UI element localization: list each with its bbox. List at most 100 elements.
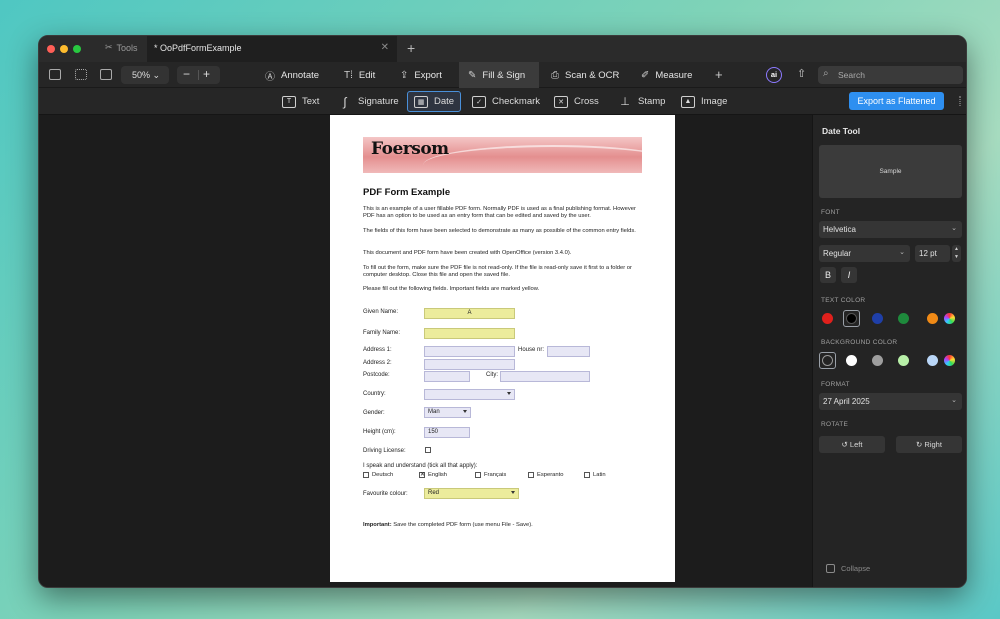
fav-colour-dropdown[interactable]: Red xyxy=(424,488,519,499)
bg-color-lightgreen[interactable] xyxy=(898,355,909,366)
chevron-down-icon: ⌄ xyxy=(152,70,161,80)
share-icon[interactable]: ⇧ xyxy=(797,67,806,80)
checkbox-francais[interactable] xyxy=(475,472,481,478)
font-style-select[interactable]: Regular ⌄ xyxy=(819,245,910,262)
document-canvas[interactable]: Foersom PDF Form Example This is an exam… xyxy=(39,115,812,587)
menu-annotate[interactable]: Ⓐ Annotate xyxy=(256,62,328,88)
tab-document[interactable]: * OoPdfFormExample ✕ xyxy=(147,36,397,62)
bg-color-gray[interactable] xyxy=(872,355,883,366)
zoom-select[interactable]: 50% ⌄ xyxy=(121,66,169,84)
label-deutsch: Deutsch xyxy=(372,472,394,478)
menu-export-label: Export xyxy=(414,69,442,81)
family-name-field[interactable] xyxy=(424,328,515,339)
chevron-down-icon xyxy=(507,392,511,395)
rotate-right-button[interactable]: ↻ Right xyxy=(896,436,962,453)
page-title: PDF Form Example xyxy=(363,187,451,198)
gender-dropdown[interactable]: Man xyxy=(424,407,471,418)
bg-color-white[interactable] xyxy=(846,355,857,366)
page-layout-icon[interactable] xyxy=(100,69,112,80)
text-color-black[interactable] xyxy=(846,313,857,324)
checkbox-esperanto[interactable] xyxy=(528,472,534,478)
fields-paragraph: The fields of this form have been select… xyxy=(363,228,636,234)
sample-preview: Sample xyxy=(819,145,962,198)
font-family-select[interactable]: Helvetica ⌄ xyxy=(819,221,962,238)
checkbox-english[interactable]: ✕ xyxy=(419,472,425,478)
address1-field[interactable] xyxy=(424,346,515,357)
chevron-down-icon xyxy=(463,410,467,413)
menu-scan-ocr[interactable]: ⎙ Scan & OCR xyxy=(542,62,628,88)
height-field[interactable]: 150 xyxy=(424,427,470,438)
text-color-orange[interactable] xyxy=(927,313,938,324)
zoom-value: 50% xyxy=(132,70,151,80)
close-tab-icon[interactable]: ✕ xyxy=(381,42,389,53)
measure-icon: ✐ xyxy=(641,69,650,81)
house-nr-field[interactable] xyxy=(547,346,590,357)
fill-sign-icon: ✎ xyxy=(468,69,477,81)
checkbox-deutsch[interactable] xyxy=(363,472,369,478)
rotate-label: ROTATE xyxy=(821,421,849,428)
country-dropdown[interactable] xyxy=(424,389,515,400)
text-color-green[interactable] xyxy=(898,313,909,324)
search-input[interactable]: ⌕ Search xyxy=(818,66,963,84)
tool-signature[interactable]: ∫ Signature xyxy=(332,91,405,112)
tool-checkmark[interactable]: ✓ Checkmark xyxy=(466,91,546,112)
driving-license-checkbox[interactable] xyxy=(425,447,431,453)
tab-tools[interactable]: ✂ Tools xyxy=(105,42,138,53)
annotate-icon: Ⓐ xyxy=(265,71,275,83)
signature-icon: ∫ xyxy=(343,94,347,109)
custom-bg-color-icon[interactable] xyxy=(944,355,955,366)
menu-edit[interactable]: T⁞ Edit xyxy=(335,62,384,88)
menu-annotate-label: Annotate xyxy=(281,69,320,81)
zoom-out-button[interactable]: − xyxy=(183,67,190,81)
bg-color-lightblue[interactable] xyxy=(927,355,938,366)
toolbar-grip[interactable] xyxy=(959,96,961,106)
tool-image[interactable]: ▲ Image xyxy=(675,91,733,112)
thumbnails-icon[interactable] xyxy=(75,69,87,80)
checkbox-latin[interactable] xyxy=(584,472,590,478)
logo-text: Foersom xyxy=(371,139,449,159)
search-icon: ⌕ xyxy=(823,68,829,79)
collapse-button[interactable]: Collapse xyxy=(826,564,870,573)
menu-fill-sign[interactable]: ✎ Fill & Sign xyxy=(459,62,539,88)
given-name-field[interactable]: A xyxy=(424,308,515,319)
tool-image-label: Image xyxy=(701,96,728,107)
city-field[interactable] xyxy=(500,371,590,382)
tool-date[interactable]: ▦ Date xyxy=(407,91,462,112)
maximize-window-button[interactable] xyxy=(73,45,81,53)
text-color-label: TEXT COLOR xyxy=(821,297,866,304)
address2-field[interactable] xyxy=(424,359,515,370)
tab-tools-label: Tools xyxy=(116,42,138,53)
text-color-blue[interactable] xyxy=(872,313,883,324)
pdf-page[interactable]: Foersom PDF Form Example This is an exam… xyxy=(330,115,675,582)
font-size-stepper[interactable]: ▲ ▼ xyxy=(952,245,961,262)
bold-button[interactable]: B xyxy=(820,267,836,283)
fav-colour-label: Favourite colour: xyxy=(363,491,408,497)
new-tab-button[interactable]: + xyxy=(407,40,415,56)
font-size-input[interactable]: 12 pt xyxy=(915,245,950,262)
address2-label: Address 2: xyxy=(363,360,392,366)
close-window-button[interactable] xyxy=(47,45,55,53)
export-flattened-button[interactable]: Export as Flattened xyxy=(849,92,944,110)
chevron-down-icon xyxy=(511,491,515,494)
postcode-field[interactable] xyxy=(424,371,470,382)
search-placeholder: Search xyxy=(838,70,865,80)
date-format-select[interactable]: 27 April 2025 ⌄ xyxy=(819,393,962,410)
tools-icon: ✂ xyxy=(105,42,113,52)
stamp-icon: ⊥ xyxy=(620,96,630,108)
menu-export[interactable]: ⇪ Export xyxy=(391,62,451,88)
ai-assistant-button[interactable]: ai xyxy=(766,67,782,83)
add-tool-button[interactable]: + xyxy=(715,67,723,82)
gender-value: Man xyxy=(428,409,440,415)
bg-color-none[interactable] xyxy=(822,355,833,366)
custom-color-icon[interactable] xyxy=(944,313,955,324)
zoom-in-button[interactable]: + xyxy=(203,67,210,81)
tool-text[interactable]: T Text xyxy=(276,91,325,112)
minimize-window-button[interactable] xyxy=(60,45,68,53)
sidebar-toggle-icon[interactable] xyxy=(49,69,61,80)
tool-stamp[interactable]: ⊥ Stamp xyxy=(612,91,671,112)
tool-cross[interactable]: ✕ Cross xyxy=(548,91,605,112)
text-color-red[interactable] xyxy=(822,313,833,324)
italic-button[interactable]: I xyxy=(841,267,857,283)
menu-measure[interactable]: ✐ Measure xyxy=(632,62,701,88)
rotate-left-button[interactable]: ↺ Left xyxy=(819,436,885,453)
